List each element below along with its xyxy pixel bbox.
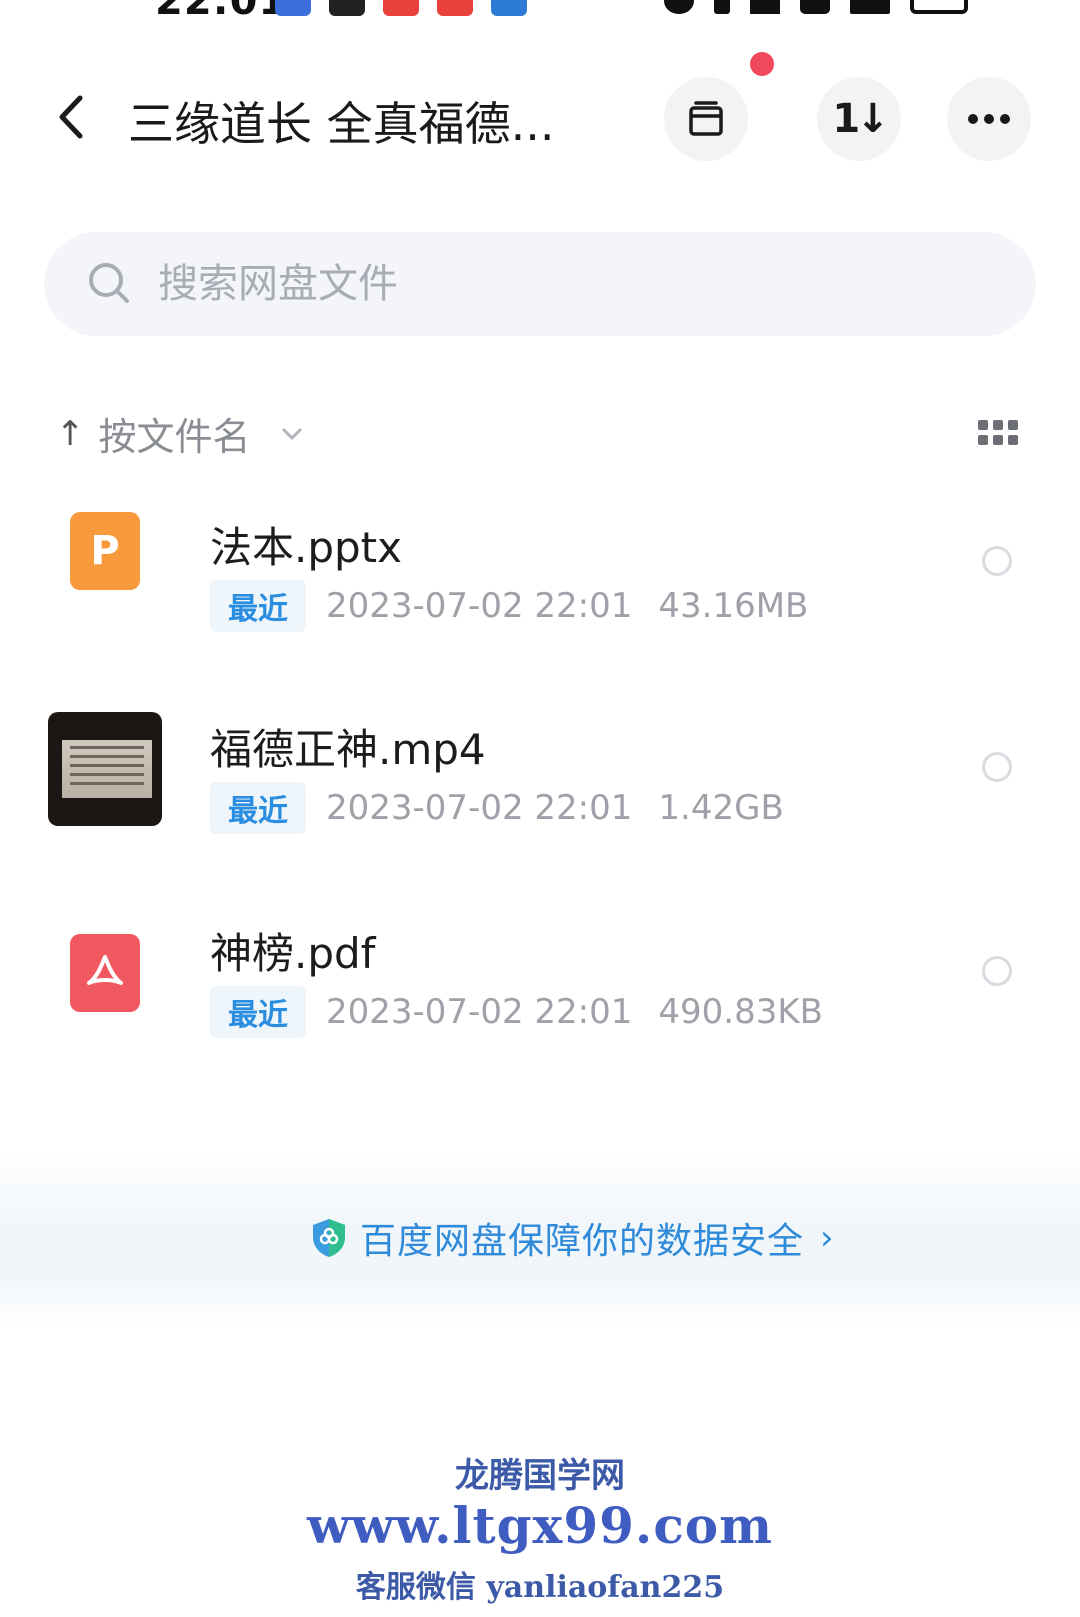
grid-cell	[1008, 435, 1018, 445]
search-icon	[89, 263, 129, 303]
sort-label: 按文件名	[98, 415, 251, 459]
notification-dot	[750, 52, 774, 76]
more-icon	[968, 114, 1010, 124]
file-size: 43.16MB	[658, 586, 809, 626]
app-notification-icon	[329, 0, 365, 16]
app-notification-icon	[437, 0, 473, 16]
thumbnail-paper	[62, 740, 152, 798]
search-bar[interactable]	[44, 232, 1036, 336]
notification-icons	[275, 0, 527, 16]
status-bar: 22:01	[0, 0, 1080, 30]
file-date: 2023-07-02 22:01	[326, 992, 633, 1032]
app-notification-icon	[383, 0, 419, 16]
bluetooth-icon	[714, 0, 730, 14]
app-notification-icon	[275, 0, 311, 16]
ppt-letter: P	[90, 528, 120, 574]
security-text: 百度网盘保障你的数据安全	[360, 1221, 805, 1262]
alarm-icon	[664, 0, 694, 14]
file-name: 神榜.pdf	[210, 929, 376, 978]
file-date: 2023-07-02 22:01	[326, 586, 633, 626]
recent-badge: 最近	[210, 782, 306, 834]
chevron-right-icon: ›	[820, 1218, 834, 1258]
security-link[interactable]: 百度网盘保障你的数据安全 ›	[310, 1212, 834, 1264]
grid-cell	[993, 435, 1003, 445]
search-input[interactable]	[158, 252, 998, 316]
recent-badge: 最近	[210, 580, 306, 632]
shield-icon	[313, 1219, 345, 1257]
grid-cell	[993, 420, 1003, 430]
ppt-file-icon: P	[70, 512, 140, 590]
chevron-down-icon	[282, 428, 302, 439]
wifi-icon	[750, 0, 780, 14]
file-row[interactable]: 福德正神.mp4 最近 2023-07-02 22:01 1.42GB	[0, 680, 1080, 860]
transfer-list-button[interactable]: 1↓	[817, 77, 901, 161]
watermark-url: www.ltgx99.com	[306, 1496, 774, 1555]
sort-up-arrow-icon: ↑	[56, 413, 85, 454]
watermark-site-name: 龙腾国学网	[455, 1456, 625, 1496]
status-time: 22:01	[155, 0, 288, 24]
battery-icon	[910, 0, 968, 14]
archive-icon	[689, 101, 723, 136]
page-title: 三缘道长 全真福德...	[128, 97, 555, 151]
grid-view-icon[interactable]	[978, 420, 1018, 446]
hd-icon	[800, 0, 830, 14]
app-notification-icon	[491, 0, 527, 16]
signal-icon	[850, 0, 890, 14]
recent-badge: 最近	[210, 986, 306, 1038]
file-name: 福德正神.mp4	[210, 725, 486, 774]
back-button[interactable]	[52, 92, 92, 142]
file-date: 2023-07-02 22:01	[326, 788, 633, 828]
archive-button[interactable]	[664, 77, 748, 161]
file-size: 1.42GB	[658, 788, 784, 828]
select-radio[interactable]	[982, 546, 1012, 576]
select-radio[interactable]	[982, 956, 1012, 986]
system-icons	[664, 0, 968, 14]
watermark-contact: 客服微信 yanliaofan225	[355, 1570, 725, 1605]
file-meta: 最近 2023-07-02 22:01 43.16MB	[210, 580, 808, 632]
acrobat-icon	[87, 955, 123, 985]
file-meta: 最近 2023-07-02 22:01 490.83KB	[210, 986, 823, 1038]
chevron-left-icon	[59, 95, 83, 139]
file-size: 490.83KB	[658, 992, 823, 1032]
file-name: 法本.pptx	[210, 523, 402, 572]
select-radio[interactable]	[982, 752, 1012, 782]
grid-cell	[1008, 420, 1018, 430]
transfer-icon: 1↓	[832, 96, 889, 142]
more-options-button[interactable]	[947, 77, 1031, 161]
pdf-file-icon	[70, 934, 140, 1012]
video-thumbnail	[48, 712, 162, 826]
grid-cell	[978, 420, 988, 430]
sort-selector[interactable]: ↑ 按文件名	[56, 406, 305, 461]
file-meta: 最近 2023-07-02 22:01 1.42GB	[210, 782, 784, 834]
file-row[interactable]: 神榜.pdf 最近 2023-07-02 22:01 490.83KB	[0, 884, 1080, 1064]
grid-cell	[978, 435, 988, 445]
file-row[interactable]: P 法本.pptx 最近 2023-07-02 22:01 43.16MB	[0, 474, 1080, 654]
